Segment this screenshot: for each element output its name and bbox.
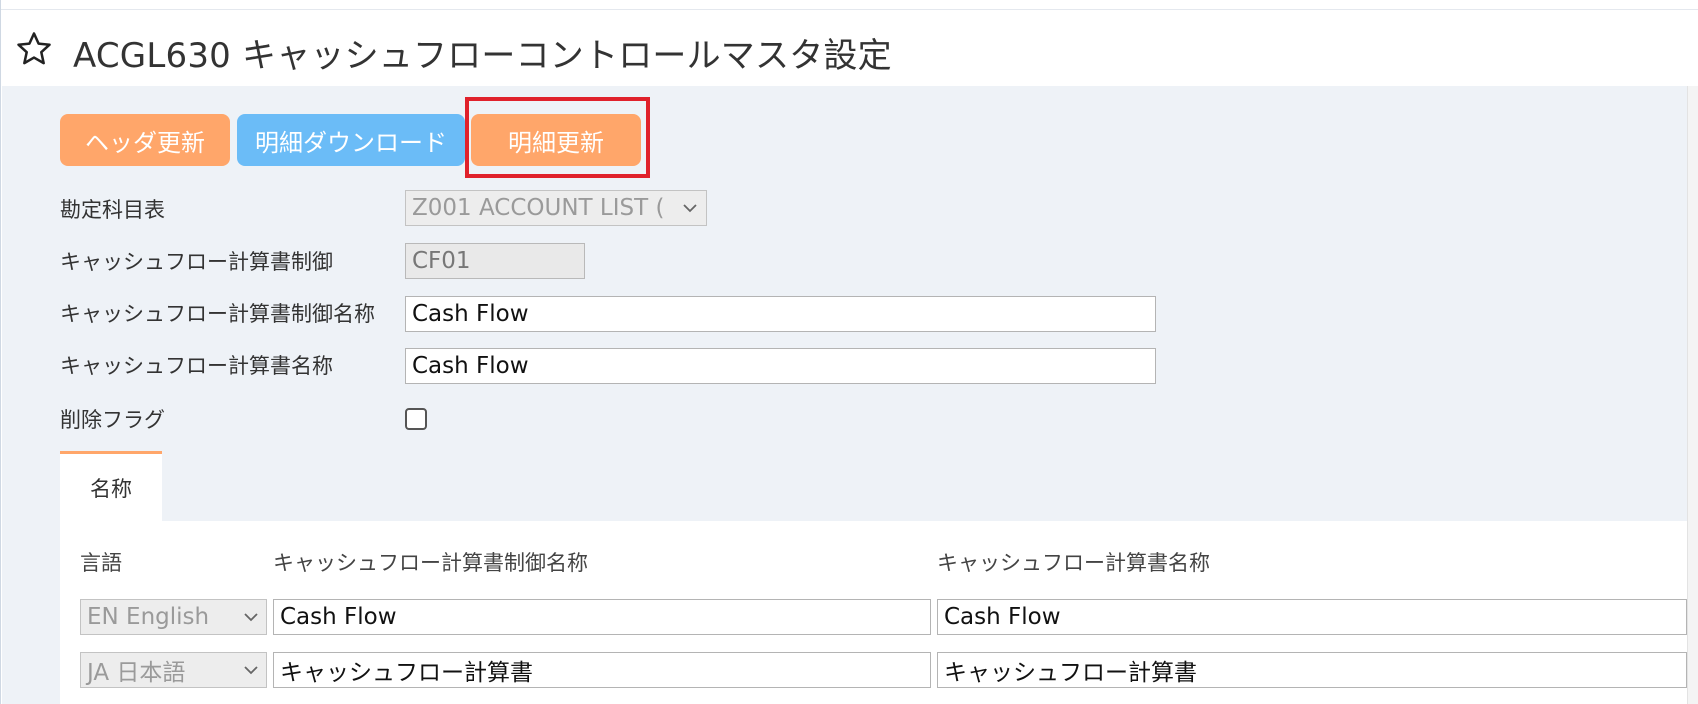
cf-name-value: Cash Flow bbox=[412, 353, 529, 379]
control-name-value: キャッシュフロー計算書 bbox=[280, 660, 533, 686]
cf-name-label: キャッシュフロー計算書名称 bbox=[60, 354, 333, 378]
control-name-input-ja[interactable]: キャッシュフロー計算書 bbox=[273, 652, 931, 688]
language-value: EN English bbox=[87, 604, 210, 630]
delete-flag-label: 削除フラグ bbox=[60, 408, 165, 432]
names-panel: 言語 キャッシュフロー計算書制御名称 キャッシュフロー計算書名称 EN Engl… bbox=[60, 521, 1687, 704]
language-value: JA 日本語 bbox=[87, 660, 186, 686]
account-table-select[interactable]: Z001 ACCOUNT LIST ( bbox=[405, 190, 707, 226]
chevron-down-icon bbox=[244, 666, 258, 675]
cf-control-name-input[interactable]: Cash Flow bbox=[405, 296, 1156, 332]
vertical-scrollbar[interactable] bbox=[1687, 86, 1698, 704]
detail-download-button[interactable]: 明細ダウンロード bbox=[237, 114, 465, 166]
statement-name-column-header: キャッシュフロー計算書名称 bbox=[937, 551, 1210, 575]
language-select-ja[interactable]: JA 日本語 bbox=[80, 652, 267, 688]
statement-name-value: Cash Flow bbox=[944, 604, 1061, 630]
delete-flag-checkbox[interactable] bbox=[405, 408, 427, 430]
statement-name-input-ja[interactable]: キャッシュフロー計算書 bbox=[937, 652, 1687, 688]
cf-control-name-label: キャッシュフロー計算書制御名称 bbox=[60, 302, 375, 326]
page: ACGL630 キャッシュフローコントロールマスタ設定 ヘッダ更新 明細ダウンロ… bbox=[0, 0, 1698, 704]
cf-control-label: キャッシュフロー計算書制御 bbox=[60, 250, 333, 274]
control-name-column-header: キャッシュフロー計算書制御名称 bbox=[273, 551, 588, 575]
cf-name-input[interactable]: Cash Flow bbox=[405, 348, 1156, 384]
statement-name-value: キャッシュフロー計算書 bbox=[944, 660, 1197, 686]
star-outline-icon[interactable] bbox=[15, 30, 53, 68]
main-content: ヘッダ更新 明細ダウンロード 明細更新 勘定科目表 Z001 ACCOUNT L… bbox=[2, 86, 1687, 704]
language-column-header: 言語 bbox=[80, 551, 122, 575]
cf-control-name-value: Cash Flow bbox=[412, 301, 529, 327]
page-title: ACGL630 キャッシュフローコントロールマスタ設定 bbox=[73, 36, 892, 76]
language-select-en[interactable]: EN English bbox=[80, 599, 267, 635]
control-name-input-en[interactable]: Cash Flow bbox=[273, 599, 931, 635]
title-bar: ACGL630 キャッシュフローコントロールマスタ設定 bbox=[1, 10, 1698, 86]
statement-name-input-en[interactable]: Cash Flow bbox=[937, 599, 1687, 635]
control-name-value: Cash Flow bbox=[280, 604, 397, 630]
account-table-label: 勘定科目表 bbox=[60, 198, 165, 222]
tab-names[interactable]: 名称 bbox=[60, 451, 162, 521]
header-update-button[interactable]: ヘッダ更新 bbox=[60, 114, 230, 166]
chevron-down-icon bbox=[683, 204, 697, 213]
detail-update-button[interactable]: 明細更新 bbox=[471, 114, 641, 166]
chevron-down-icon bbox=[244, 613, 258, 622]
account-table-value: Z001 ACCOUNT LIST ( bbox=[412, 195, 665, 221]
cf-control-value: CF01 bbox=[412, 248, 471, 274]
cf-control-field: CF01 bbox=[405, 243, 585, 279]
